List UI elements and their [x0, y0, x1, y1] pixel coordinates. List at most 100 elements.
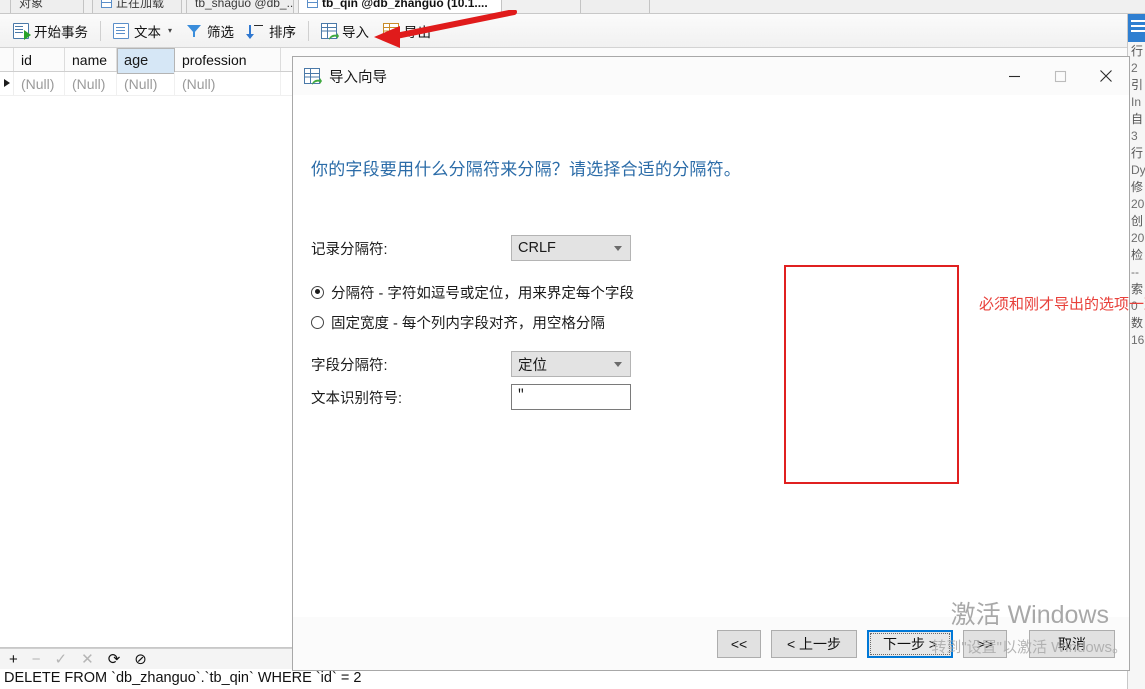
row-indicator: [0, 72, 14, 95]
cell-id[interactable]: (Null): [14, 72, 65, 95]
stop-button[interactable]: ⊘: [134, 652, 147, 667]
tab-loading[interactable]: 正在加载: [92, 0, 182, 13]
begin-transaction-label: 开始事务: [34, 24, 88, 40]
import-wizard-icon: [304, 68, 322, 85]
dialog-heading: 你的字段要用什么分隔符来分隔？请选择合适的分隔符。: [311, 160, 741, 179]
close-button[interactable]: [1083, 57, 1129, 95]
text-button[interactable]: 文本 ▾: [106, 18, 179, 44]
column-header-age[interactable]: age: [117, 48, 175, 74]
info-line: 16: [1131, 333, 1145, 347]
radio-delimited-row[interactable]: 分隔符 - 字符如逗号或定位，用来界定每个字段: [311, 277, 1011, 307]
windows-activation-title: 激活 Windows: [950, 601, 1109, 629]
text-qualifier-label: 文本识别符号:: [311, 390, 403, 407]
tab-label: 对象: [19, 0, 44, 10]
radio-delimited-label: 分隔符 - 字符如逗号或定位，用来界定每个字段: [331, 285, 634, 302]
sort-label: 排序: [269, 24, 297, 40]
window-controls: [991, 57, 1129, 95]
import-arrow-icon: [312, 78, 322, 85]
previous-step-button[interactable]: < 上一步: [771, 629, 857, 658]
tab-label: 正在加载: [116, 0, 165, 10]
apply-changes-button[interactable]: ✓: [55, 652, 68, 667]
column-header-profession[interactable]: profession: [175, 48, 281, 71]
tab-extra[interactable]: [580, 0, 650, 13]
info-line: 行: [1131, 44, 1144, 58]
text-qualifier-input[interactable]: ": [511, 384, 631, 410]
close-icon: [1100, 70, 1112, 82]
info-line: Dy: [1131, 163, 1145, 177]
filter-icon: [186, 23, 202, 39]
info-line: 20: [1131, 197, 1145, 211]
tab-label: tb_shaguo @db_...: [195, 0, 294, 10]
record-delimiter-select[interactable]: CRLF: [511, 235, 631, 261]
column-label: profession: [182, 52, 247, 68]
cancel-changes-button[interactable]: ✕: [81, 652, 94, 667]
info-line: 自: [1131, 112, 1144, 126]
cell-profession[interactable]: (Null): [175, 72, 281, 95]
dialog-title-bar[interactable]: 导入向导: [293, 57, 1129, 95]
application-window: 对象 正在加载 tb_shaguo @db_... tb_qin @db_zha…: [0, 0, 1145, 689]
cell-age[interactable]: (Null): [117, 72, 175, 95]
toolbar-divider: [308, 20, 310, 41]
text-doc-icon: [113, 22, 129, 39]
import-grid-icon: [321, 22, 340, 40]
chevron-down-icon[interactable]: ▾: [168, 26, 172, 35]
info-line: 修: [1131, 180, 1144, 194]
windows-activation-subtitle: 转到"设置"以激活 Windows。: [931, 639, 1127, 656]
radio-delimited[interactable]: [311, 285, 324, 299]
field-delimiter-value: 定位: [518, 357, 547, 374]
minimize-button[interactable]: [991, 57, 1037, 95]
grid-corner-cell: [0, 48, 14, 71]
refresh-button[interactable]: ⟳: [108, 652, 121, 667]
record-delimiter-label: 记录分隔符:: [311, 241, 388, 258]
field-delimiter-label: 字段分隔符:: [311, 357, 388, 374]
column-label: age: [124, 53, 149, 69]
status-sql-text: DELETE FROM `db_zhanguo`.`tb_qin` WHERE …: [4, 670, 362, 686]
grid-toolbar: 开始事务 文本 ▾ 筛选 排序 导入 导出: [0, 10, 1145, 48]
sort-button[interactable]: 排序: [241, 18, 303, 44]
info-line: 行: [1131, 146, 1144, 160]
table-icon: [101, 0, 112, 8]
import-wizard-dialog: 导入向导 你的字段要用什么分隔符来分隔？请选择合适的分隔符。 记录分隔符: CR…: [292, 56, 1145, 671]
column-header-id[interactable]: id: [14, 48, 65, 71]
text-qualifier-row: 文本识别符号: ": [311, 384, 1011, 410]
radio-fixed-width[interactable]: [311, 315, 324, 329]
import-arrow-icon: [329, 32, 340, 40]
chevron-down-icon: [614, 361, 622, 367]
info-line: 创: [1131, 214, 1144, 228]
tab-tb-shaguo[interactable]: tb_shaguo @db_...: [186, 0, 294, 13]
minimize-icon: [1008, 75, 1020, 77]
tab-objects[interactable]: 对象: [10, 0, 84, 13]
column-header-name[interactable]: name: [65, 48, 117, 71]
info-line: --: [1131, 265, 1139, 279]
info-line: 检: [1131, 248, 1144, 262]
filter-button[interactable]: 筛选: [179, 18, 241, 44]
record-delimiter-value: CRLF: [518, 240, 556, 256]
table-icon: [307, 0, 318, 8]
info-line: 2: [1131, 61, 1138, 75]
first-step-button[interactable]: <<: [717, 629, 761, 658]
info-line: 20: [1131, 231, 1145, 245]
radio-fixed-width-label: 固定宽度 - 每个列内字段对齐，用空格分隔: [331, 315, 605, 332]
filter-label: 筛选: [207, 24, 235, 40]
dialog-title-label: 导入向导: [329, 69, 387, 86]
info-line: In: [1131, 95, 1142, 109]
delimiter-form: 记录分隔符: CRLF 分隔符 - 字符如逗号或定位，用来界定每个字段 固定宽度…: [311, 235, 1011, 410]
tab-label: tb_qin @db_zhanguo (10.1....: [322, 0, 488, 10]
dialog-body: 你的字段要用什么分隔符来分隔？请选择合适的分隔符。 记录分隔符: CRLF 分隔…: [293, 95, 1145, 617]
cell-name[interactable]: (Null): [65, 72, 117, 95]
add-record-button[interactable]: +: [9, 652, 18, 667]
text-label: 文本: [134, 24, 161, 40]
delete-record-button[interactable]: −: [32, 652, 41, 667]
radio-fixed-width-row[interactable]: 固定宽度 - 每个列内字段对齐，用空格分隔: [311, 307, 1011, 337]
info-line: 引: [1131, 78, 1144, 92]
field-delimiter-select[interactable]: 定位: [511, 351, 631, 377]
info-panel-header[interactable]: [1128, 14, 1145, 42]
maximize-icon: [1054, 70, 1066, 82]
info-line: 3: [1131, 129, 1138, 143]
toolbar-divider: [100, 20, 101, 41]
begin-transaction-button[interactable]: 开始事务: [6, 18, 95, 44]
chevron-down-icon: [614, 245, 622, 251]
maximize-button[interactable]: [1037, 57, 1083, 95]
info-line: 数: [1131, 316, 1144, 330]
status-bar: DELETE FROM `db_zhanguo`.`tb_qin` WHERE …: [0, 669, 1145, 689]
